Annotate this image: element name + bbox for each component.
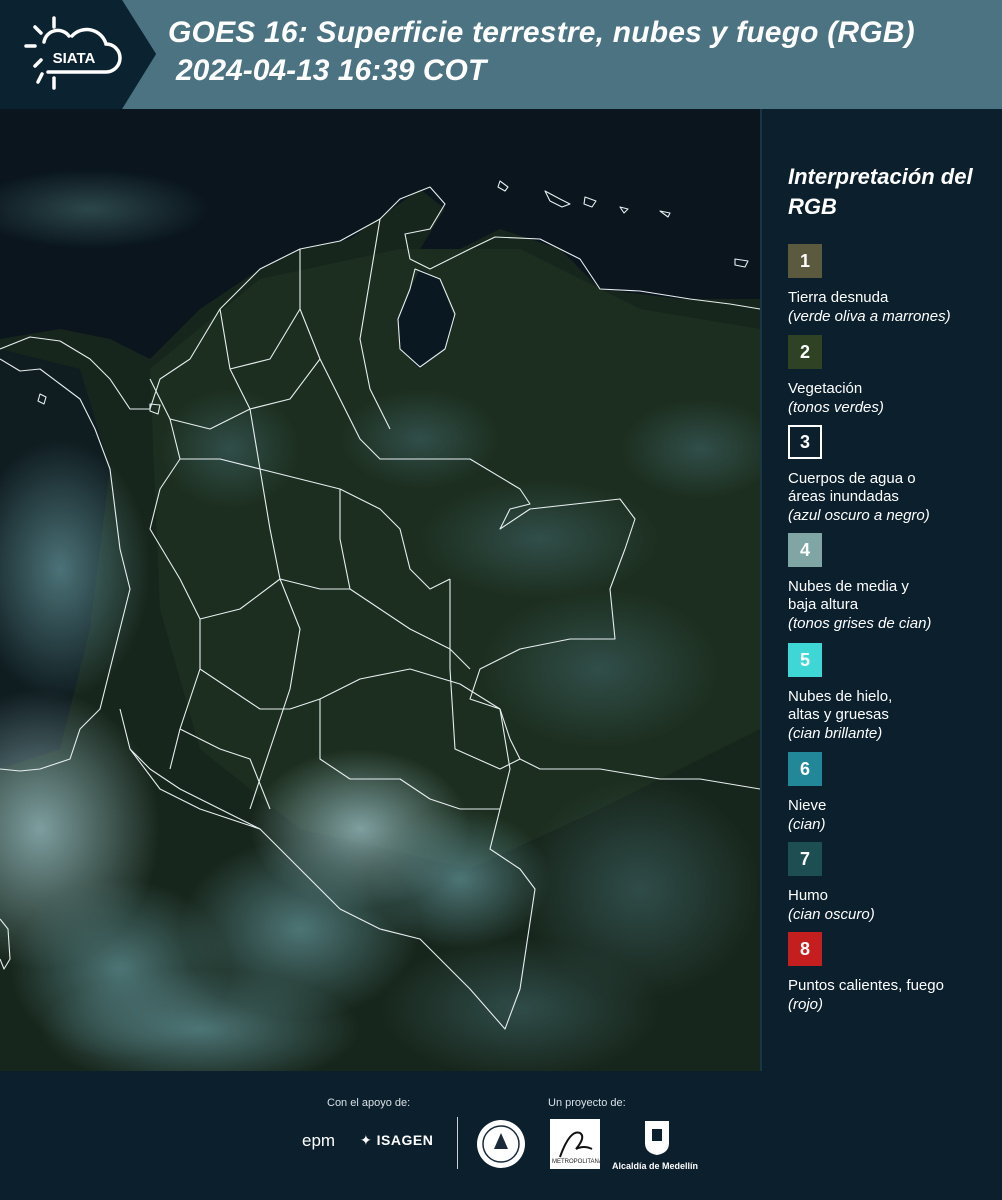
isagen-logo-text: ISAGEN bbox=[376, 1132, 434, 1148]
isagen-logo: ✦ ISAGEN bbox=[360, 1132, 434, 1148]
legend-label: Cuerpos de agua o áreas inundadas bbox=[788, 470, 916, 505]
legend-swatch: 1 bbox=[788, 244, 822, 278]
header: SIATA GOES 16: Superficie terrestre, nub… bbox=[0, 0, 1002, 109]
legend-item: 6 Nieve (cian) bbox=[788, 752, 998, 834]
legend-swatch: 8 bbox=[788, 932, 822, 966]
satellite-map[interactable] bbox=[0, 109, 760, 1071]
legend-swatch: 2 bbox=[788, 335, 822, 369]
legend-panel: Interpretación del RGB bbox=[788, 162, 998, 244]
siata-logo-text: SIATA bbox=[53, 50, 96, 67]
page-title: GOES 16: Superficie terrestre, nubes y f… bbox=[168, 16, 915, 49]
legend-description: (cian oscuro) bbox=[788, 906, 875, 923]
project-label: Un proyecto de: bbox=[548, 1097, 626, 1109]
satellite-map-image bbox=[0, 109, 760, 1071]
legend-description: (verde oliva a marrones) bbox=[788, 308, 951, 325]
university-seal-icon bbox=[477, 1120, 525, 1168]
legend-item: 4 Nubes de media y baja altura (tonos gris… bbox=[788, 533, 998, 633]
legend-item: 3 Cuerpos de agua o áreas inundadas (azul … bbox=[788, 425, 998, 525]
legend-label: Puntos calientes, fuego bbox=[788, 977, 944, 994]
page-timestamp: 2024-04-13 16:39 COT bbox=[176, 54, 487, 87]
legend-swatch: 6 bbox=[788, 752, 822, 786]
footer: Con el apoyo de: Un proyecto de: epm ✦ I… bbox=[0, 1071, 1002, 1200]
legend-item: 2 Vegetación (tonos verdes) bbox=[788, 335, 998, 417]
legend-description: (tonos grises de cian) bbox=[788, 615, 932, 632]
legend-item: 5 Nubes de hielo, altas y gruesas (cian br… bbox=[788, 643, 998, 743]
legend-item: 8 Puntos calientes, fuego (rojo) bbox=[788, 932, 998, 1014]
legend-label: Nubes de media y baja altura bbox=[788, 578, 909, 613]
legend-label: Tierra desnuda bbox=[788, 289, 889, 306]
legend-item: 1 Tierra desnuda (verde oliva a marrones) bbox=[788, 244, 998, 326]
legend-description: (cian) bbox=[788, 816, 826, 833]
legend-title: Interpretación del RGB bbox=[788, 164, 973, 219]
siata-logo: SIATA bbox=[24, 16, 122, 90]
epm-logo: epm bbox=[302, 1131, 336, 1150]
legend-label: Humo bbox=[788, 887, 829, 904]
legend-swatch: 4 bbox=[788, 533, 822, 567]
support-label: Con el apoyo de: bbox=[327, 1097, 411, 1109]
legend-label: Nubes de hielo, altas y gruesas bbox=[788, 688, 893, 723]
legend-label: Nieve bbox=[788, 797, 827, 814]
alcaldia-shield-icon bbox=[645, 1121, 669, 1155]
legend-label: Vegetación bbox=[788, 380, 863, 397]
legend-swatch: 5 bbox=[788, 643, 822, 677]
legend-swatch: 3 bbox=[788, 425, 822, 459]
legend-item: 7 Humo (cian oscuro) bbox=[788, 842, 998, 924]
area-logo-text: METROPOLITANA bbox=[552, 1159, 603, 1165]
map-divider bbox=[760, 109, 762, 1071]
legend-swatch: 7 bbox=[788, 842, 822, 876]
footer-divider bbox=[457, 1117, 458, 1169]
alcaldia-label: Alcaldía de Medellín bbox=[612, 1161, 699, 1171]
legend-description: (tonos verdes) bbox=[788, 399, 884, 416]
legend-description: (rojo) bbox=[788, 996, 824, 1013]
legend-description: (azul oscuro a negro) bbox=[788, 507, 930, 524]
legend-description: (cian brillante) bbox=[788, 725, 883, 742]
